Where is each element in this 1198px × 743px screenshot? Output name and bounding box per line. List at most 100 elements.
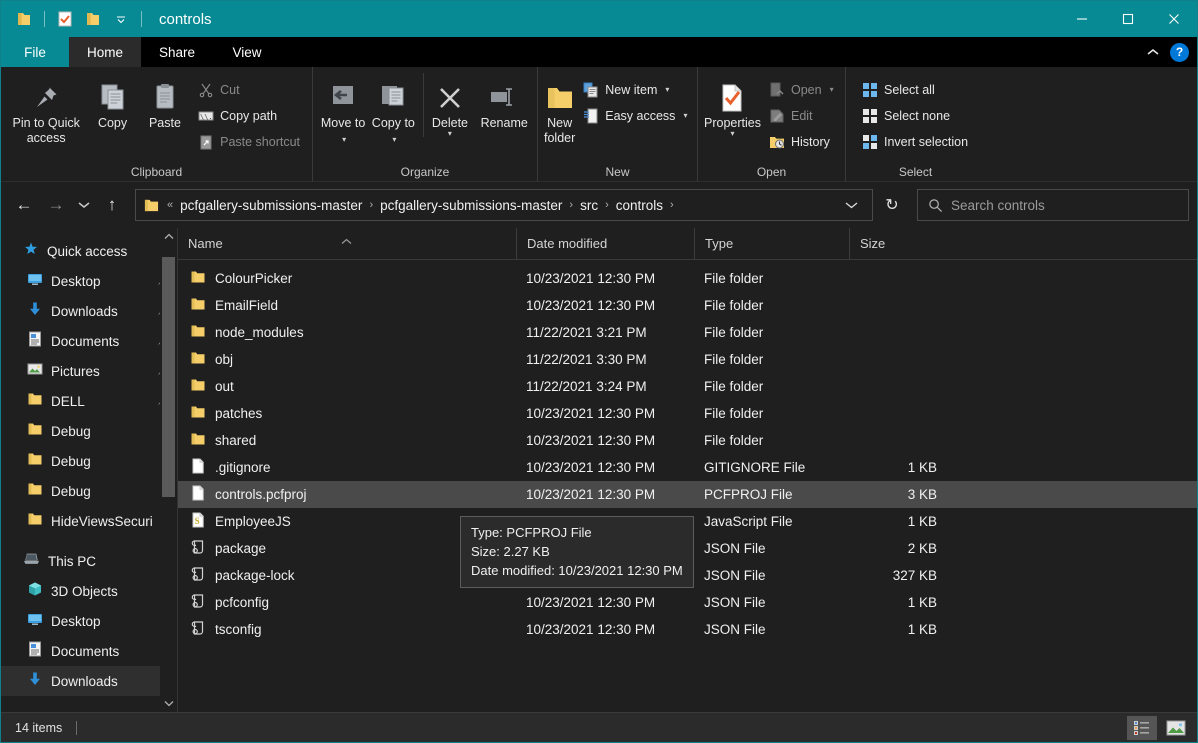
- copy-path-button[interactable]: \\.. Copy path: [192, 103, 306, 128]
- cell-name: shared: [178, 431, 516, 450]
- recent-locations-button[interactable]: [73, 190, 95, 220]
- delete-button[interactable]: Delete ▾: [423, 73, 475, 137]
- move-to-button[interactable]: Move to ▾: [319, 73, 367, 147]
- large-icons-view-button[interactable]: [1161, 716, 1191, 740]
- copy-path-icon: \\..: [198, 108, 214, 124]
- new-item-caret[interactable]: ▾: [665, 85, 669, 94]
- breadcrumb[interactable]: « pcfgallery-submissions-master › pcfgal…: [135, 189, 873, 221]
- sidebar-item-documents[interactable]: Documents: [1, 326, 177, 356]
- paste-shortcut-button[interactable]: Paste shortcut: [192, 129, 306, 154]
- paste-button[interactable]: Paste: [140, 73, 190, 131]
- column-header-date-modified[interactable]: Date modified: [516, 228, 694, 260]
- navigation-scrollbar[interactable]: [160, 228, 177, 712]
- paste-label: Paste: [149, 116, 181, 131]
- breadcrumb-item-3[interactable]: controls: [611, 195, 668, 216]
- column-header-size[interactable]: Size: [849, 228, 949, 260]
- sidebar-item-downloads-pc[interactable]: Downloads: [1, 666, 177, 696]
- properties-button[interactable]: Properties ▾: [704, 73, 761, 137]
- folder-icon[interactable]: [11, 6, 37, 32]
- open-button[interactable]: Open ▾: [763, 77, 840, 102]
- table-row[interactable]: .gitignore10/23/2021 12:30 PMGITIGNORE F…: [178, 454, 1197, 481]
- column-header-type[interactable]: Type: [694, 228, 849, 260]
- open-caret[interactable]: ▾: [830, 85, 834, 94]
- tab-file[interactable]: File: [1, 37, 69, 67]
- sidebar-item-documents-pc[interactable]: Documents: [1, 636, 177, 666]
- breadcrumb-item-0[interactable]: pcfgallery-submissions-master: [175, 195, 367, 216]
- table-row[interactable]: shared10/23/2021 12:30 PMFile folder: [178, 427, 1197, 454]
- copy-to-button[interactable]: Copy to ▾: [369, 73, 417, 147]
- table-row[interactable]: EmailField10/23/2021 12:30 PMFile folder: [178, 292, 1197, 319]
- new-folder-button[interactable]: New folder: [544, 73, 575, 146]
- quick-access-toolbar: controls: [1, 6, 212, 32]
- column-header-name[interactable]: Name: [178, 228, 516, 260]
- help-button[interactable]: ?: [1170, 43, 1189, 62]
- sidebar-item-desktop[interactable]: Desktop: [1, 266, 177, 296]
- back-button[interactable]: ←: [9, 190, 39, 220]
- table-row[interactable]: tsconfig10/23/2021 12:30 PMJSON File1 KB: [178, 616, 1197, 643]
- search-box[interactable]: Search controls: [917, 189, 1189, 221]
- select-none-button[interactable]: Select none: [856, 103, 974, 128]
- sidebar-item-this-pc[interactable]: This PC: [1, 546, 177, 576]
- table-row[interactable]: obj11/22/2021 3:30 PMFile folder: [178, 346, 1197, 373]
- table-row[interactable]: node_modules11/22/2021 3:21 PMFile folde…: [178, 319, 1197, 346]
- rename-button[interactable]: Rename: [477, 73, 531, 131]
- refresh-button[interactable]: ↻: [875, 189, 909, 221]
- select-all-button[interactable]: Select all: [856, 77, 974, 102]
- sidebar-item-debug-3[interactable]: Debug: [1, 476, 177, 506]
- folder-icon: [190, 296, 206, 315]
- search-input[interactable]: Search controls: [951, 198, 1045, 213]
- history-button[interactable]: History: [763, 129, 840, 154]
- sidebar-item-downloads[interactable]: Downloads: [1, 296, 177, 326]
- forward-button[interactable]: →: [41, 190, 71, 220]
- sidebar-item-dell[interactable]: DELL: [1, 386, 177, 416]
- properties-caret[interactable]: ▾: [730, 131, 734, 137]
- scroll-up-icon[interactable]: [160, 228, 177, 245]
- breadcrumb-overflow[interactable]: «: [165, 199, 175, 211]
- breadcrumb-item-1[interactable]: pcfgallery-submissions-master: [375, 195, 567, 216]
- details-view-button[interactable]: [1127, 716, 1157, 740]
- scroll-thumb[interactable]: [162, 257, 175, 497]
- cell-date-modified: 11/22/2021 3:21 PM: [516, 325, 694, 340]
- folder-icon: [27, 481, 43, 502]
- edit-button[interactable]: Edit: [763, 103, 840, 128]
- cut-button[interactable]: Cut: [192, 77, 306, 102]
- sidebar-label: Desktop: [51, 274, 101, 289]
- sidebar-item-desktop-pc[interactable]: Desktop: [1, 606, 177, 636]
- new-item-button[interactable]: New item ▾: [577, 77, 693, 102]
- breadcrumb-dropdown-icon[interactable]: [835, 190, 868, 220]
- collapse-ribbon-icon[interactable]: [1140, 44, 1166, 60]
- tab-home[interactable]: Home: [69, 37, 141, 67]
- properties-check-icon[interactable]: [52, 6, 78, 32]
- copy-icon: [97, 77, 129, 113]
- table-row[interactable]: controls.pcfproj10/23/2021 12:30 PMPCFPR…: [178, 481, 1197, 508]
- sidebar-item-quick-access[interactable]: Quick access: [1, 236, 177, 266]
- easy-access-caret[interactable]: ▾: [683, 111, 687, 120]
- pin-to-quick-access-button[interactable]: Pin to Quick access: [7, 73, 85, 146]
- cell-type: JSON File: [694, 595, 849, 610]
- sidebar-item-pictures[interactable]: Pictures: [1, 356, 177, 386]
- copy-button[interactable]: Copy: [87, 73, 137, 131]
- sidebar-item-debug-1[interactable]: Debug: [1, 416, 177, 446]
- tab-share[interactable]: Share: [141, 37, 213, 67]
- new-folder-icon[interactable]: [80, 6, 106, 32]
- scroll-down-icon[interactable]: [160, 695, 177, 712]
- customize-qat-caret[interactable]: [108, 6, 134, 32]
- delete-caret[interactable]: ▾: [448, 131, 452, 137]
- sidebar-item-hideviewssecuri[interactable]: HideViewsSecuri: [1, 506, 177, 536]
- sidebar-item-3d-objects[interactable]: 3D Objects: [1, 576, 177, 606]
- breadcrumb-item-2[interactable]: src: [575, 195, 603, 216]
- invert-selection-button[interactable]: Invert selection: [856, 129, 974, 154]
- easy-access-button[interactable]: Easy access ▾: [577, 103, 693, 128]
- maximize-button[interactable]: [1105, 1, 1151, 37]
- sidebar-item-debug-2[interactable]: Debug: [1, 446, 177, 476]
- table-row[interactable]: ColourPicker10/23/2021 12:30 PMFile fold…: [178, 265, 1197, 292]
- close-button[interactable]: [1151, 1, 1197, 37]
- tab-view[interactable]: View: [213, 37, 281, 67]
- cell-size: 327 KB: [849, 568, 949, 583]
- minimize-button[interactable]: [1059, 1, 1105, 37]
- up-button[interactable]: ↑: [97, 190, 127, 220]
- scroll-track[interactable]: [160, 245, 177, 695]
- table-row[interactable]: pcfconfig10/23/2021 12:30 PMJSON File1 K…: [178, 589, 1197, 616]
- table-row[interactable]: out11/22/2021 3:24 PMFile folder: [178, 373, 1197, 400]
- table-row[interactable]: patches10/23/2021 12:30 PMFile folder: [178, 400, 1197, 427]
